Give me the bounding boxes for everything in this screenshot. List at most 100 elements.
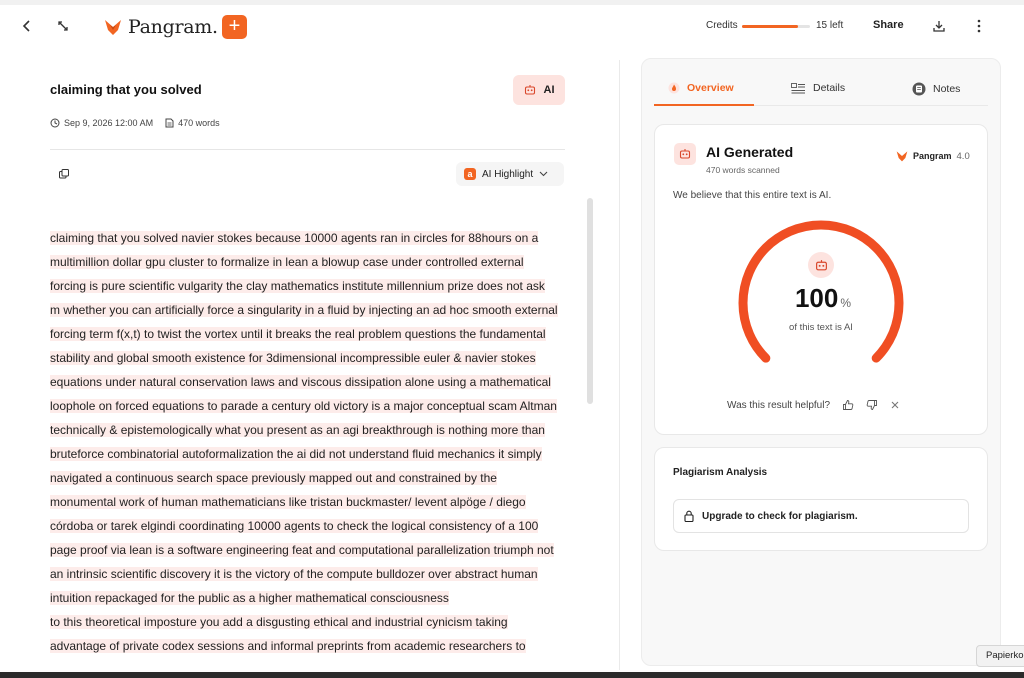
- ai-badge-label: AI: [543, 84, 555, 96]
- credits-progress-fill: [742, 25, 798, 28]
- top-bar: Pangram. + Credits 15 left Share: [0, 6, 1024, 48]
- credits-progress-bar: [742, 25, 810, 28]
- share-button[interactable]: Share: [873, 19, 904, 31]
- ai-result-badge[interactable]: AI: [513, 75, 565, 105]
- active-tab-indicator: [654, 104, 754, 106]
- back-arrow-icon[interactable]: [18, 17, 36, 35]
- highlighted-text: monumental work of human mathematicians …: [50, 495, 526, 509]
- highlight-a-icon: a: [464, 168, 476, 180]
- thumbs-down-icon[interactable]: [866, 399, 878, 411]
- document-line: navigated a continuous search space prev…: [50, 466, 570, 490]
- highlighted-text: loophole on forced equations to parade a…: [50, 399, 557, 413]
- tab-overview[interactable]: Overview: [668, 82, 734, 94]
- thumbs-up-icon[interactable]: [842, 399, 854, 411]
- ai-highlight-dropdown[interactable]: a AI Highlight: [456, 162, 564, 186]
- highlighted-text: bruteforce combinatorial autoformalizati…: [50, 447, 542, 461]
- tab-notes-label: Notes: [933, 83, 961, 95]
- ai-percentage: 100%: [780, 283, 866, 314]
- list-icon: [791, 82, 805, 93]
- highlighted-text: stability and global smooth existence fo…: [50, 351, 536, 365]
- words-scanned: 470 words scanned: [706, 165, 780, 175]
- document-scrollbar[interactable]: [587, 198, 593, 404]
- pangram-fox-icon: [105, 20, 121, 35]
- document-line: to this theoretical imposture you add a …: [50, 610, 570, 634]
- new-document-button[interactable]: +: [222, 15, 247, 39]
- document-date: Sep 9, 2026 12:00 AM: [64, 118, 154, 128]
- pane-separator[interactable]: [619, 60, 620, 670]
- highlighted-text: córdoba or tarek elgindi coordinating 10…: [50, 519, 539, 533]
- document-line: forcing term f(x,t) to twist the vortex …: [50, 322, 570, 346]
- document-meta: Sep 9, 2026 12:00 AM 470 words: [50, 118, 220, 128]
- highlighted-text: claiming that you solved navier stokes b…: [50, 231, 539, 245]
- clock-icon: [50, 118, 60, 128]
- document-text[interactable]: claiming that you solved navier stokes b…: [50, 226, 570, 666]
- highlighted-text: multimillion dollar gpu cluster to forma…: [50, 255, 524, 269]
- document-line: loophole on forced equations to parade a…: [50, 394, 570, 418]
- brand-name: Pangram: [913, 151, 952, 161]
- document-line: an intrinsic scientific discovery it is …: [50, 562, 570, 586]
- lock-icon: [684, 510, 694, 522]
- document-line: stability and global smooth existence fo…: [50, 346, 570, 370]
- document-line: claiming that you solved navier stokes b…: [50, 226, 570, 250]
- highlighted-text: page proof via lean is a software engine…: [50, 543, 554, 557]
- robot-icon: [674, 143, 696, 165]
- ai-percentage-value: 100: [794, 283, 839, 313]
- helpful-question: Was this result helpful?: [727, 399, 831, 411]
- document-line: equations under natural conservation law…: [50, 370, 570, 394]
- feedback-row: Was this result helpful?: [727, 399, 900, 411]
- model-brand: Pangram 4.0: [896, 150, 970, 162]
- taskbar-edge: [0, 672, 1024, 678]
- divider: [50, 149, 565, 150]
- document-word-count: 470 words: [178, 118, 220, 128]
- chevron-down-icon: [539, 171, 548, 177]
- taskbar-tooltip: Papierko: [976, 645, 1024, 667]
- upgrade-plagiarism-button[interactable]: Upgrade to check for plagiarism.: [673, 499, 969, 533]
- document-title: claiming that you solved: [50, 82, 202, 97]
- highlighted-text: navigated a continuous search space prev…: [50, 471, 497, 485]
- document-line: córdoba or tarek elgindi coordinating 10…: [50, 514, 570, 538]
- highlighted-text: m whether you can artificially force a s…: [50, 303, 558, 317]
- percentage-caption: of this text is AI: [789, 322, 853, 333]
- highlighted-text: technically & epistemologically what you…: [50, 423, 545, 437]
- robot-icon: [808, 252, 834, 278]
- result-title: AI Generated: [706, 144, 794, 160]
- document-line: intuition repackaged for the public as a…: [50, 586, 570, 610]
- pangram-fox-icon: [896, 151, 908, 162]
- highlighted-text: intuition repackaged for the public as a…: [50, 591, 449, 605]
- highlighted-text: an intrinsic scientific discovery it is …: [50, 567, 538, 581]
- plagiarism-title: Plagiarism Analysis: [673, 467, 768, 478]
- tab-overview-label: Overview: [687, 82, 734, 94]
- tab-notes[interactable]: Notes: [912, 82, 960, 96]
- document-line: multimillion dollar gpu cluster to forma…: [50, 250, 570, 274]
- highlighted-text: forcing is pure scientific vulgarity the…: [50, 279, 545, 293]
- notes-icon: [912, 82, 926, 96]
- pangram-logo[interactable]: Pangram.: [104, 16, 218, 38]
- percent-unit: %: [840, 296, 852, 310]
- document-line: forcing is pure scientific vulgarity the…: [50, 274, 570, 298]
- upgrade-label: Upgrade to check for plagiarism.: [702, 510, 858, 522]
- result-statement: We believe that this entire text is AI.: [673, 190, 832, 201]
- highlighted-text: advantage of private codex sessions and …: [50, 639, 526, 653]
- copy-icon[interactable]: [58, 167, 70, 185]
- document-line: technically & epistemologically what you…: [50, 418, 570, 442]
- highlight-label: AI Highlight: [482, 168, 534, 180]
- flame-icon: [668, 82, 680, 94]
- more-options-icon[interactable]: [972, 17, 986, 35]
- document-line: advantage of private codex sessions and …: [50, 634, 570, 658]
- browser-top-edge: [0, 0, 1024, 5]
- highlighted-text: to this theoretical imposture you add a …: [50, 615, 508, 629]
- tab-details-label: Details: [813, 82, 846, 94]
- highlighted-text: forcing term f(x,t) to twist the vortex …: [50, 327, 546, 341]
- document-line: page proof via lean is a software engine…: [50, 538, 570, 562]
- credits-left-text: 15 left: [816, 20, 844, 31]
- highlighted-text: equations under natural conservation law…: [50, 375, 551, 389]
- logo-text: Pangram.: [128, 16, 218, 38]
- download-icon[interactable]: [930, 17, 948, 35]
- document-line: m whether you can artificially force a s…: [50, 298, 570, 322]
- tab-details[interactable]: Details: [791, 82, 845, 94]
- document-line: bruteforce combinatorial autoformalizati…: [50, 442, 570, 466]
- collapse-icon[interactable]: [54, 17, 72, 35]
- close-icon[interactable]: [890, 400, 900, 410]
- document-line: monumental work of human mathematicians …: [50, 490, 570, 514]
